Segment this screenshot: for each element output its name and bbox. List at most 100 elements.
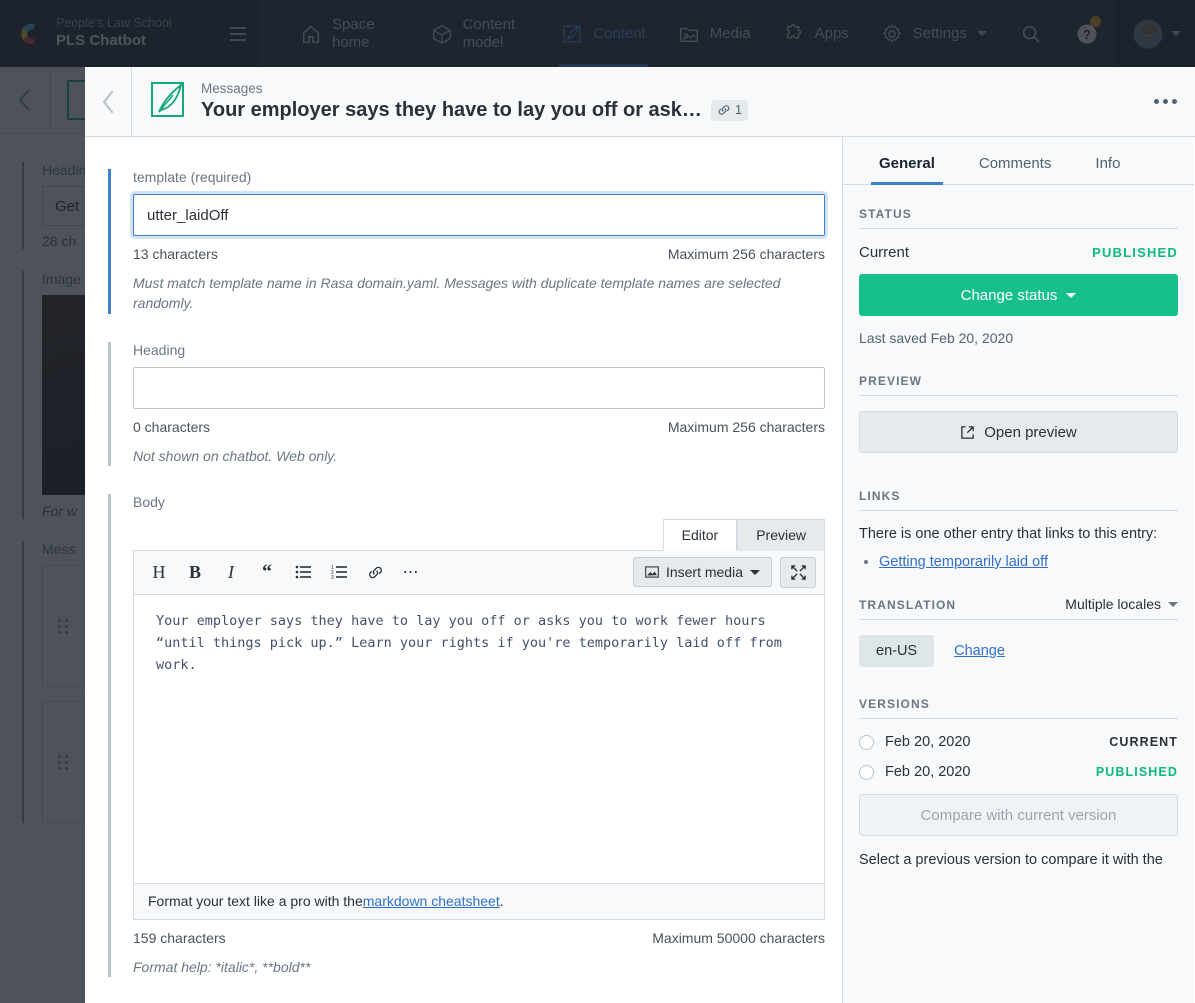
quote-button[interactable]: “ (250, 556, 284, 588)
version-row: Feb 20, 2020 PUBLISHED (859, 764, 1178, 780)
markdown-footer: Format your text like a pro with the mar… (134, 882, 824, 919)
status-label: Current (859, 244, 910, 261)
translation-section-header: TRANSLATION Multiple locales (859, 596, 1178, 620)
chevron-down-icon (1066, 292, 1077, 298)
field-label: template (required) (133, 169, 252, 185)
version-row: Feb 20, 2020 CURRENT (859, 734, 1178, 750)
template-input[interactable] (133, 194, 825, 236)
field-help-text: Must match template name in Rasa domain.… (133, 275, 781, 312)
entry-title-block: Messages Your employer says they have to… (201, 80, 1135, 124)
italic-button[interactable]: I (214, 556, 248, 588)
char-count: 159 characters (133, 929, 226, 946)
links-description: There is one other entry that links to t… (859, 526, 1158, 542)
incoming-links-badge[interactable]: 1 (710, 99, 749, 121)
status-badge: PUBLISHED (1092, 245, 1178, 260)
tab-editor[interactable]: Editor (662, 518, 738, 551)
sidebar-tabs: General Comments Info (843, 137, 1194, 185)
footer-prefix: Format your text like a pro with the (148, 893, 363, 910)
links-list: Getting temporarily laid off (879, 554, 1178, 570)
heading-input[interactable] (133, 366, 825, 409)
unordered-list-icon (295, 566, 311, 579)
status-row: Current PUBLISHED (859, 244, 1178, 261)
link-icon (718, 105, 730, 115)
markdown-toolbar-right: Insert media (632, 556, 816, 588)
locales-selector[interactable]: Multiple locales (1065, 596, 1178, 612)
more-options-button[interactable]: ⋯ (394, 556, 428, 588)
ordered-list-button[interactable]: 123 (322, 556, 356, 588)
page-title: Your employer says they have to lay you … (201, 99, 702, 122)
field-help-text: Not shown on chatbot. Web only. (133, 447, 338, 464)
entry-sidebar: General Comments Info STATUS Current PUB… (843, 137, 1194, 1003)
field-help-text: Format help: *italic*, **bold** (133, 958, 311, 975)
chevron-left-icon (102, 90, 113, 113)
field-heading: Heading 0 characters Maximum 256 charact… (108, 341, 825, 466)
incoming-links-count: 1 (734, 101, 743, 117)
expand-editor-button[interactable] (780, 556, 816, 588)
change-status-label: Change status (960, 286, 1058, 304)
char-max: Maximum 256 characters (667, 246, 825, 262)
field-meta: 159 characters Maximum 50000 characters (133, 930, 825, 946)
tab-general[interactable]: General (857, 137, 957, 185)
change-locale-link[interactable]: Change (954, 643, 1005, 659)
back-button[interactable] (85, 66, 132, 137)
ordered-list-icon: 123 (331, 565, 347, 580)
link-button[interactable] (358, 556, 392, 588)
bold-button[interactable]: B (178, 556, 212, 588)
content-type-label: Messages (201, 80, 263, 96)
list-item: Getting temporarily laid off (879, 554, 1178, 570)
version-date: Feb 20, 2020 (885, 764, 971, 780)
heading-button[interactable]: H (142, 556, 176, 588)
section-title: PREVIEW (859, 374, 923, 388)
field-label: Heading (133, 341, 186, 358)
tab-info[interactable]: Info (1073, 137, 1142, 184)
compare-version-label: Compare with current version (920, 806, 1117, 824)
tab-comments[interactable]: Comments (957, 137, 1074, 184)
preview-section-header: PREVIEW (859, 374, 1178, 396)
entry-body: template (required) 13 characters Maximu… (85, 137, 1195, 1003)
version-tag: CURRENT (1109, 735, 1178, 749)
image-icon (645, 566, 659, 578)
markdown-editor: H B I “ 123 ⋯ Insert media Your employer… (133, 549, 825, 920)
markdown-cheatsheet-link[interactable]: markdown cheatsheet (363, 893, 500, 909)
insert-media-label: Insert media (665, 564, 743, 581)
section-title: TRANSLATION (859, 598, 957, 612)
linked-entry-link[interactable]: Getting temporarily laid off (879, 554, 1048, 570)
open-preview-label: Open preview (984, 423, 1077, 441)
quill-entry-icon (150, 79, 187, 125)
section-title: LINKS (859, 489, 901, 503)
entry-fields-column: template (required) 13 characters Maximu… (85, 137, 843, 1003)
char-max: Maximum 256 characters (667, 418, 825, 435)
compare-version-button[interactable]: Compare with current version (859, 794, 1178, 836)
insert-media-button[interactable]: Insert media (632, 557, 772, 588)
external-link-icon (961, 425, 974, 439)
version-radio[interactable] (859, 734, 874, 750)
version-radio[interactable] (859, 764, 874, 780)
field-body: Body Editor Preview H B I “ 1 2 3 ⋯ Inse… (108, 493, 825, 978)
field-template: template (required) 13 characters Maximu… (108, 169, 825, 314)
locale-chip: en-US (859, 635, 935, 667)
char-count: 0 characters (133, 418, 211, 435)
footer-suffix: . (499, 893, 504, 910)
tab-preview[interactable]: Preview (737, 518, 825, 551)
sidebar-content: STATUS Current PUBLISHED Change status L… (843, 185, 1194, 872)
chevron-down-icon (1168, 601, 1178, 607)
chevron-down-icon (750, 569, 760, 575)
char-count: 13 characters (133, 246, 218, 262)
locale-row: en-US Change (859, 635, 1178, 667)
field-meta: 13 characters Maximum 256 characters (133, 246, 825, 262)
body-textarea[interactable]: Your employer says they have to lay you … (134, 594, 824, 883)
unordered-list-button[interactable] (286, 556, 320, 588)
field-meta: 0 characters Maximum 256 characters (133, 419, 825, 435)
version-date: Feb 20, 2020 (885, 734, 971, 750)
markdown-toolbar: H B I “ 123 ⋯ Insert media (134, 550, 824, 595)
entry-editor-modal: Messages Your employer says they have to… (85, 66, 1195, 1003)
versions-note: Select a previous version to compare it … (859, 852, 1163, 868)
change-status-button[interactable]: Change status (859, 274, 1178, 316)
section-title: VERSIONS (859, 697, 930, 711)
svg-text:3: 3 (331, 575, 334, 580)
open-preview-button[interactable]: Open preview (859, 411, 1178, 453)
versions-section-header: VERSIONS (859, 697, 1178, 719)
locales-selector-label: Multiple locales (1065, 596, 1161, 612)
field-label: Body (133, 493, 165, 510)
entry-actions-button[interactable] (1135, 99, 1195, 104)
